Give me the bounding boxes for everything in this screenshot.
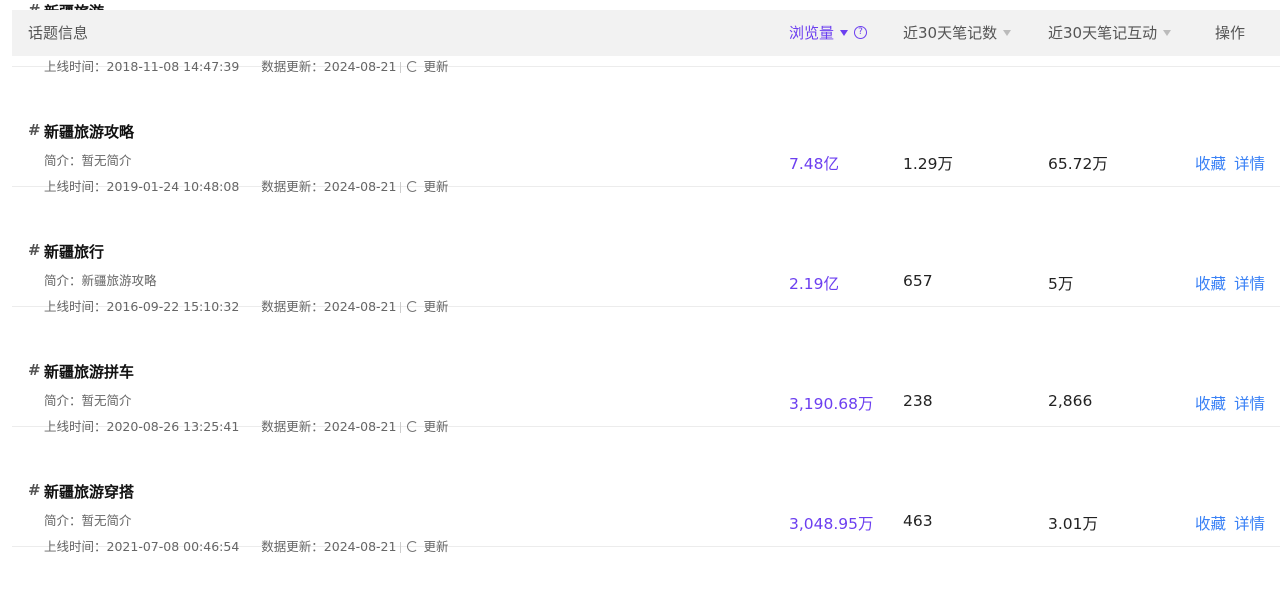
col-notes-header[interactable]: 近30天笔记数 <box>903 10 1012 56</box>
refresh-label: 更新 <box>423 539 449 554</box>
detail-link[interactable]: 详情 <box>1234 512 1265 534</box>
detail-link[interactable]: 详情 <box>1234 272 1265 294</box>
hash-icon: # <box>28 121 41 139</box>
favorite-link[interactable]: 收藏 <box>1195 512 1226 534</box>
intro-label: 简介： <box>44 153 82 168</box>
sort-icon[interactable] <box>1003 29 1012 36</box>
views-value: 2.19亿 <box>789 275 840 293</box>
divider <box>400 542 402 553</box>
favorite-link[interactable]: 收藏 <box>1195 272 1226 294</box>
topic-title[interactable]: 新疆旅游穿搭 <box>44 481 134 502</box>
notes-count: 238 <box>903 392 933 410</box>
help-icon[interactable]: ? <box>854 26 868 39</box>
intro-value: 暂无简介 <box>81 393 132 408</box>
topic-meta: 上线时间：2021-07-08 00:46:54 数据更新：2024-08-21 更… <box>44 536 448 555</box>
topic-intro: 简介：暂无简介 <box>44 150 132 169</box>
intro-label: 简介： <box>44 273 82 288</box>
online-time: 2021-07-08 00:46:54 <box>106 539 240 554</box>
notes-count: 657 <box>903 272 933 290</box>
intro-value: 暂无简介 <box>81 153 132 168</box>
table-row: # 新疆旅游拼车 简介：暂无简介 上线时间：2020-08-26 13:25:41 数据… <box>12 306 1280 434</box>
interaction-count: 2,866 <box>1048 392 1093 410</box>
favorite-link[interactable]: 收藏 <box>1195 152 1226 174</box>
refresh-button[interactable]: 更新 <box>407 539 448 554</box>
notes-count: 463 <box>903 512 933 530</box>
table-row: # 新疆旅行 简介：新疆旅游攻略 上线时间：2016-09-22 15:10:32 数据… <box>12 186 1280 314</box>
update-date: 2024-08-21 <box>323 539 397 554</box>
intro-label: 简介： <box>44 393 82 408</box>
table-row: # 新疆旅游穿搭 简介：暂无简介 上线时间：2021-07-08 00:46:54 数据… <box>12 426 1280 554</box>
topic-title[interactable]: 新疆旅游攻略 <box>44 121 134 142</box>
topic-intro: 简介：暂无简介 <box>44 390 132 409</box>
col-actions: 操作 <box>1215 24 1246 42</box>
table-header: 话题信息 浏览量? 近30天笔记数 近30天笔记互动 操作 <box>12 10 1280 56</box>
topic-title[interactable]: 新疆旅游拼车 <box>44 361 134 382</box>
sort-icon[interactable] <box>1163 29 1172 36</box>
intro-value: 新疆旅游攻略 <box>81 273 157 288</box>
col-interactions-label: 近30天笔记互动 <box>1048 24 1158 42</box>
views-value: 3,190.68万 <box>789 395 874 413</box>
detail-link[interactable]: 详情 <box>1234 392 1265 414</box>
refresh-icon <box>407 541 419 552</box>
update-label: 数据更新： <box>261 539 324 554</box>
detail-link[interactable]: 详情 <box>1234 152 1265 174</box>
intro-label: 简介： <box>44 513 82 528</box>
interaction-count: 5万 <box>1048 275 1074 293</box>
notes-count: 1.29万 <box>903 155 954 173</box>
hash-icon: # <box>28 481 41 499</box>
col-interactions-header[interactable]: 近30天笔记互动 <box>1048 10 1172 56</box>
sort-desc-icon[interactable] <box>840 29 849 36</box>
topic-intro: 简介：暂无简介 <box>44 510 132 529</box>
favorite-link[interactable]: 收藏 <box>1195 392 1226 414</box>
table-row: # 新疆旅游攻略 简介：暂无简介 上线时间：2019-01-24 10:48:08 数据… <box>12 66 1280 194</box>
col-views-label: 浏览量 <box>789 24 835 42</box>
online-label: 上线时间： <box>44 539 107 554</box>
col-notes-label: 近30天笔记数 <box>903 24 998 42</box>
intro-value: 暂无简介 <box>81 513 132 528</box>
interaction-count: 3.01万 <box>1048 515 1099 533</box>
hash-icon: # <box>28 361 41 379</box>
hash-icon: # <box>28 241 41 259</box>
topic-title[interactable]: 新疆旅行 <box>44 241 104 262</box>
interaction-count: 65.72万 <box>1048 155 1108 173</box>
views-value: 3,048.95万 <box>789 515 874 533</box>
col-views-header[interactable]: 浏览量? <box>789 10 868 56</box>
topic-intro: 简介：新疆旅游攻略 <box>44 270 157 289</box>
views-value: 7.48亿 <box>789 155 840 173</box>
col-topic-info: 话题信息 <box>28 24 89 42</box>
